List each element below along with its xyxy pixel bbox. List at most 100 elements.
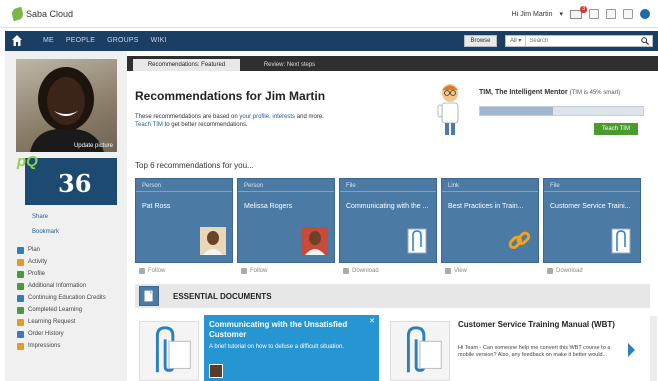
download-icon: [547, 268, 553, 274]
menu-item-icon: [17, 271, 24, 278]
teach-tim-button[interactable]: Teach TIM: [594, 123, 638, 135]
sidebar-item-learning-request[interactable]: Learning Request: [17, 319, 127, 326]
user-greeting-menu[interactable]: Hi Jim Martin: [512, 11, 553, 18]
card-title: Best Practices in Train...: [448, 203, 524, 210]
featured-document-card[interactable]: Communicating with the Unsatisfied Custo…: [204, 315, 379, 381]
sidebar-item-label: Plan: [28, 247, 41, 253]
chevron-right-icon[interactable]: [627, 342, 636, 358]
card-divider: [442, 191, 538, 192]
card-action-download[interactable]: Download: [343, 268, 379, 274]
update-picture-link[interactable]: Update picture: [74, 143, 113, 149]
nav-item-groups[interactable]: GROUPS: [107, 37, 139, 44]
avatar: [209, 364, 223, 378]
document-title: Communicating with the Unsatisfied Custo…: [209, 320, 348, 339]
sidebar-item-continuing-education-credits[interactable]: Continuing Education Credits: [17, 295, 127, 302]
paperclip-icon: [155, 326, 191, 373]
recommendation-card[interactable]: File Customer Service Traini...: [543, 178, 641, 263]
card-action-label: View: [454, 268, 467, 274]
sidebar-item-label: Continuing Education Credits: [28, 295, 106, 301]
card-action-view[interactable]: View: [445, 268, 467, 274]
recommendations-heading: Top 6 recommendations for you...: [135, 161, 254, 170]
points-badge[interactable]: pQ 36: [17, 153, 117, 205]
sidebar-item-additional-information[interactable]: Additional Information: [17, 283, 127, 290]
card-action-label: Follow: [148, 268, 166, 274]
recommendation-card[interactable]: Link Best Practices in Train...: [441, 178, 539, 263]
tab-recommendations-featured[interactable]: Recommendations: Featured: [133, 59, 240, 71]
sidebar-item-order-history[interactable]: Order History: [17, 331, 127, 338]
card-title: Pat Ross: [142, 203, 171, 210]
main-nav: ME PEOPLE GROUPS WIKI Browse All ▾: [5, 31, 658, 51]
top-bar: Saba Cloud Hi Jim Martin ▾ 3: [0, 0, 658, 28]
nav-item-me[interactable]: ME: [43, 37, 54, 44]
grid-icon[interactable]: [606, 9, 616, 19]
sidebar-item-profile[interactable]: Profile: [17, 271, 127, 278]
points-value: 36: [58, 169, 92, 198]
apps-menu-icon[interactable]: [623, 9, 633, 19]
nav-item-people[interactable]: PEOPLE: [66, 37, 95, 44]
search-scope-select[interactable]: All ▾: [506, 36, 527, 46]
pq-logo: pQ: [17, 153, 38, 170]
mentor-progress-bar: [479, 106, 644, 116]
card-action-label: Download: [352, 268, 379, 274]
card-type: Link: [448, 183, 460, 189]
card-action-download[interactable]: Download: [547, 268, 583, 274]
recommendation-card[interactable]: Person Melissa Rogers: [237, 178, 335, 263]
app-name: Saba Cloud: [26, 9, 74, 19]
mail-icon[interactable]: 3: [570, 5, 587, 19]
avatar: [200, 227, 226, 255]
card-divider: [136, 191, 232, 192]
tab-review-next-steps[interactable]: Review: Next steps: [247, 59, 332, 71]
sidebar-item-label: Activity: [28, 259, 48, 265]
profile-interests-link[interactable]: your profile, interests: [239, 114, 295, 120]
app-logo[interactable]: Saba Cloud: [10, 6, 74, 22]
home-icon[interactable]: [12, 35, 22, 46]
document-title[interactable]: Customer Service Training Manual (WBT): [458, 319, 623, 330]
teach-tim-link[interactable]: Teach TIM: [135, 122, 163, 128]
sidebar-item-impressions[interactable]: Impressions: [17, 343, 127, 350]
card-divider: [238, 191, 334, 192]
browse-button[interactable]: Browse: [464, 35, 497, 47]
card-action-label: Follow: [250, 268, 268, 274]
sidebar-item-completed-learning[interactable]: Completed Learning: [17, 307, 127, 314]
mentor-title: TIM, The Intelligent Mentor (TIM is 45% …: [479, 89, 621, 96]
close-icon[interactable]: ✕: [369, 317, 375, 325]
bookmark-link[interactable]: Bookmark: [32, 229, 59, 235]
recommendations-description: These recommendations are based on your …: [135, 114, 324, 128]
chevron-down-icon[interactable]: ▾: [559, 10, 563, 18]
main-content: Recommendations: Featured Review: Next s…: [127, 51, 658, 381]
calendar-icon[interactable]: [589, 9, 599, 19]
card-type: Person: [244, 183, 264, 189]
recommendation-card[interactable]: Person Pat Ross: [135, 178, 233, 263]
nav-item-wiki[interactable]: WIKI: [151, 37, 167, 44]
card-action-label: Download: [556, 268, 583, 274]
card-divider: [544, 191, 640, 192]
card-action-follow[interactable]: Follow: [241, 268, 267, 274]
card-title: Melissa Rogers: [244, 203, 293, 210]
scrollbar[interactable]: [650, 316, 657, 381]
share-link[interactable]: Share: [32, 214, 48, 220]
saba-logo-icon: [10, 6, 25, 22]
sidebar-item-plan[interactable]: Plan: [17, 247, 127, 254]
document-description: A brief tutorial on how to defuse a diff…: [209, 344, 344, 350]
follow-icon: [241, 268, 247, 274]
document-thumbnail[interactable]: [390, 321, 450, 381]
profile-photo[interactable]: Update picture: [16, 59, 117, 152]
card-type: File: [346, 183, 356, 189]
card-divider: [340, 191, 436, 192]
avatar: [302, 227, 328, 255]
card-type: Person: [142, 183, 162, 189]
sidebar-item-activity[interactable]: Activity: [17, 259, 127, 266]
view-icon: [445, 268, 451, 274]
file-icon: [608, 227, 634, 255]
search-input[interactable]: [526, 38, 627, 44]
sidebar-item-label: Additional Information: [28, 283, 87, 289]
help-icon[interactable]: [640, 9, 650, 19]
document-thumbnail[interactable]: [139, 321, 199, 381]
search-icon[interactable]: [641, 37, 649, 45]
document-icon: [139, 286, 159, 306]
user-area: Hi Jim Martin ▾ 3: [512, 5, 650, 19]
sidebar-item-label: Order History: [28, 331, 64, 337]
menu-item-icon: [17, 343, 24, 350]
card-action-follow[interactable]: Follow: [139, 268, 165, 274]
recommendation-card[interactable]: File Communicating with the ...: [339, 178, 437, 263]
